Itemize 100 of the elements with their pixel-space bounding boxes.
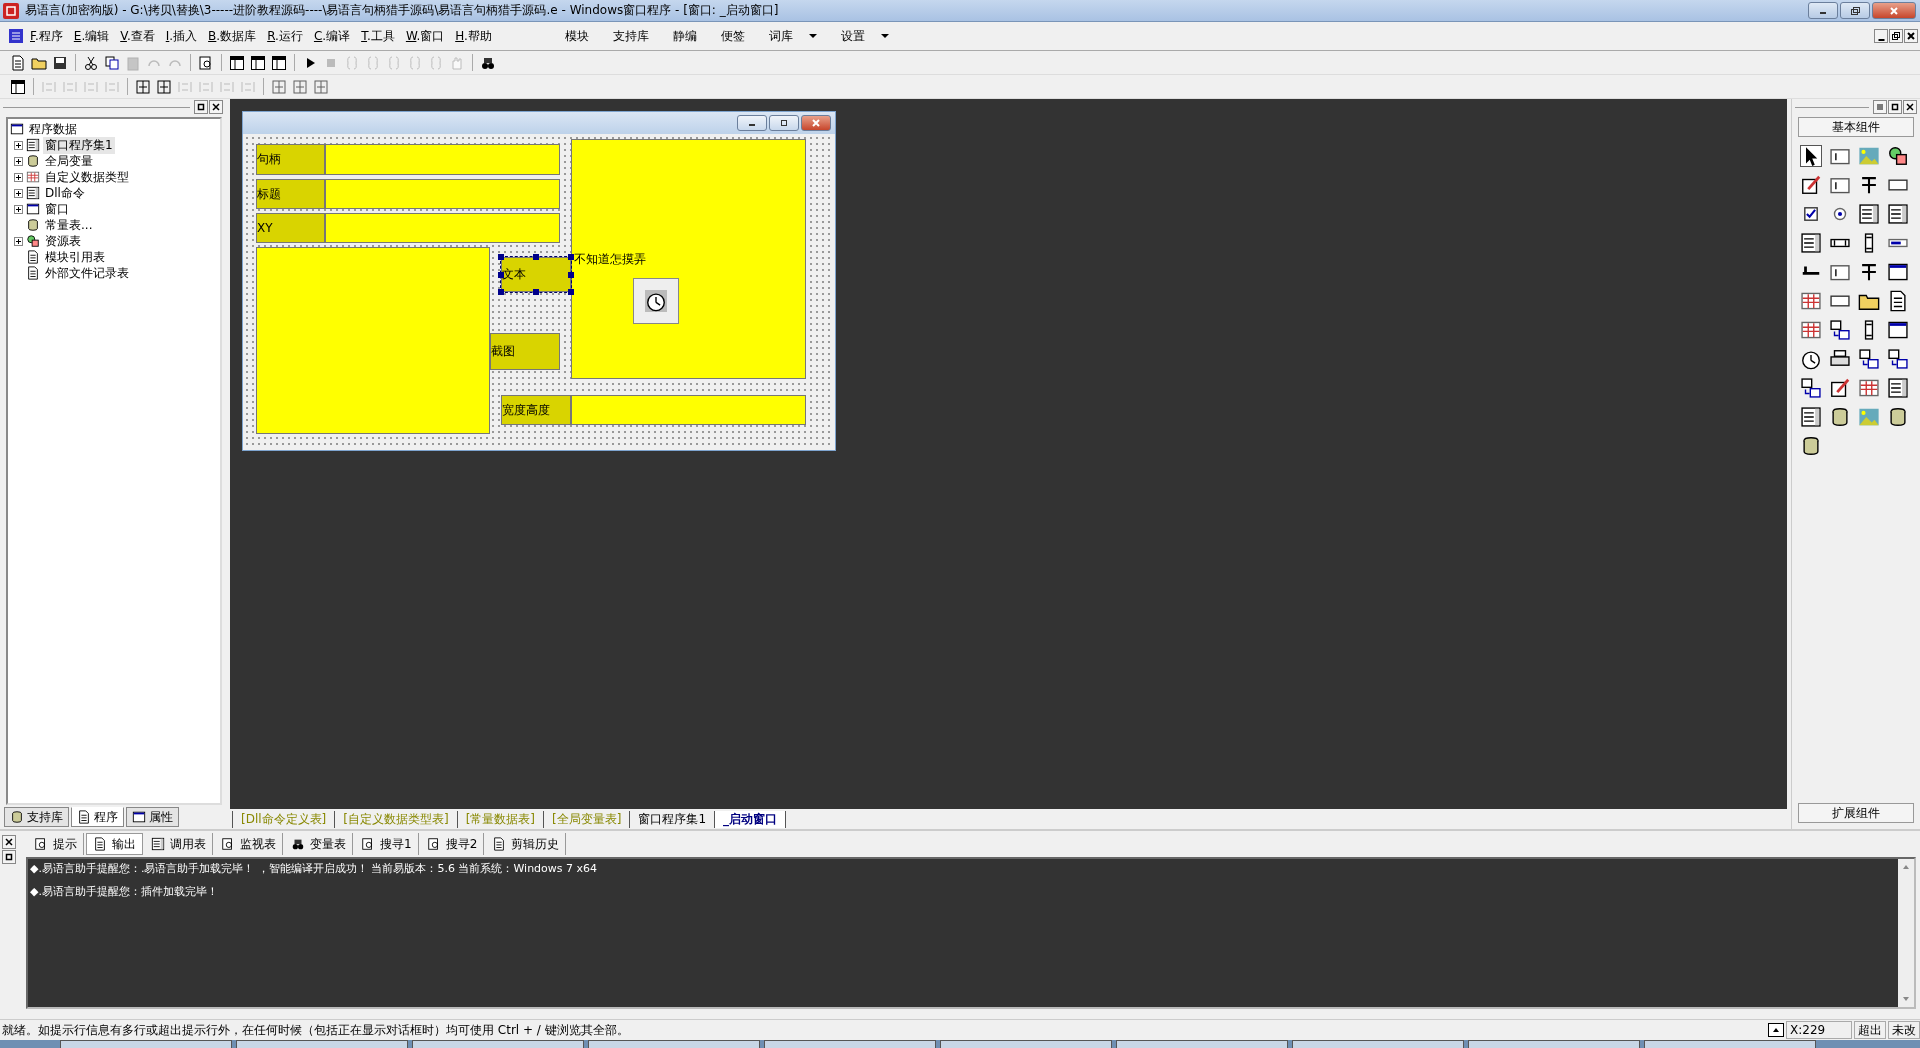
panel-tab[interactable]: 程序 <box>71 807 124 827</box>
expand-icon[interactable] <box>14 204 23 214</box>
expand-icon[interactable] <box>14 172 23 182</box>
taskbar-button[interactable] <box>412 1040 584 1048</box>
tree-item[interactable]: 资源表 <box>43 232 83 250</box>
layout-icon[interactable] <box>250 54 266 71</box>
layout-icon[interactable] <box>271 54 287 71</box>
restore-button[interactable] <box>1889 29 1903 43</box>
menu-item[interactable]: H.帮助 <box>455 27 492 45</box>
maximize-button[interactable] <box>769 115 799 131</box>
network-icon[interactable] <box>1800 377 1822 399</box>
menu-item[interactable]: 静编 <box>660 27 709 45</box>
menu-item[interactable]: 支持库 <box>600 27 661 45</box>
maximize-button[interactable] <box>194 100 208 114</box>
menu-button[interactable] <box>1873 100 1887 114</box>
database-icon[interactable] <box>1887 406 1909 428</box>
database-icon[interactable] <box>1800 435 1822 457</box>
document-icon[interactable] <box>1887 290 1909 312</box>
close-button[interactable] <box>2 835 16 849</box>
document-tab[interactable]: [自定义数据类型表] <box>334 810 457 828</box>
document-tab[interactable]: [全局变量表] <box>543 810 630 828</box>
expand-icon[interactable] <box>14 140 23 150</box>
label-control[interactable]: XY <box>256 213 325 243</box>
label-control[interactable]: 不知道怎摸弄 <box>574 251 646 268</box>
output-tab[interactable]: 提示 <box>28 833 84 855</box>
layout-icon[interactable] <box>229 54 245 71</box>
resize-handle[interactable] <box>498 271 504 278</box>
maximize-button[interactable] <box>1888 100 1902 114</box>
taskbar-button[interactable] <box>1116 1040 1288 1048</box>
tree-item[interactable]: 常量表... <box>43 216 95 234</box>
label-control[interactable]: 标题 <box>256 179 325 209</box>
tree-item[interactable]: 程序数据 <box>27 120 79 138</box>
scroll-down-icon[interactable] <box>1902 995 1910 1003</box>
expand-icon[interactable] <box>14 188 23 198</box>
tree-item[interactable]: 全局变量 <box>43 152 95 170</box>
menu-item[interactable]: B.数据库 <box>208 27 257 45</box>
expand-icon[interactable] <box>14 236 23 246</box>
document-tab[interactable]: _启动窗口 <box>714 810 787 828</box>
up-arrow-button[interactable] <box>1768 1023 1784 1037</box>
menu-item[interactable]: F.程序 <box>30 27 63 45</box>
panel-control[interactable] <box>571 139 806 379</box>
menu-item[interactable]: I.插入 <box>165 27 198 45</box>
taskbar-button[interactable] <box>940 1040 1112 1048</box>
copy-icon[interactable] <box>104 54 120 71</box>
resize-handle[interactable] <box>498 254 504 260</box>
menu-item[interactable]: W.窗口 <box>405 27 445 45</box>
resize-handle[interactable] <box>533 254 539 260</box>
minimize-button[interactable] <box>1808 2 1838 19</box>
database-icon[interactable] <box>1829 406 1851 428</box>
menu-item[interactable]: E.编辑 <box>73 27 110 45</box>
label-control[interactable]: 宽度高度 <box>501 395 571 425</box>
window-icon[interactable] <box>1887 319 1909 341</box>
find-icon[interactable] <box>198 54 214 71</box>
maximize-button[interactable] <box>2 850 16 864</box>
tree-item[interactable]: 自定义数据类型 <box>43 168 131 186</box>
menu-item[interactable]: R.运行 <box>267 27 303 45</box>
window-icon[interactable] <box>1887 261 1909 283</box>
resize-handle[interactable] <box>533 289 539 295</box>
panel-tab[interactable]: 支持库 <box>4 807 69 827</box>
tree-item[interactable]: 窗口程序集1 <box>43 136 115 154</box>
output-tab[interactable]: 搜寻1 <box>355 833 419 855</box>
expand-icon[interactable] <box>14 156 23 166</box>
resize-handle[interactable] <box>498 289 504 295</box>
taskbar-button[interactable] <box>588 1040 760 1048</box>
taskbar-button[interactable] <box>1644 1040 1816 1048</box>
scrollbar[interactable] <box>1898 859 1914 1007</box>
toolbar-icon[interactable] <box>1800 406 1822 428</box>
taskbar-button[interactable] <box>236 1040 408 1048</box>
timer-control[interactable] <box>633 278 679 324</box>
edit-control[interactable] <box>325 179 560 209</box>
menu-item[interactable]: C.编译 <box>313 27 351 45</box>
taskbar-button[interactable] <box>1292 1040 1464 1048</box>
pen-icon[interactable] <box>1800 174 1822 196</box>
table-icon[interactable] <box>1858 377 1880 399</box>
output-tab[interactable]: 剪辑历史 <box>486 833 567 855</box>
label-control[interactable]: 截图 <box>490 333 560 370</box>
menu-item[interactable]: 模块 <box>552 27 601 45</box>
edit-control[interactable] <box>325 213 560 243</box>
restore-button[interactable] <box>1840 2 1870 19</box>
basic-components-button[interactable]: 基本组件 <box>1798 117 1914 137</box>
network-icon[interactable] <box>1887 348 1909 370</box>
close-button[interactable] <box>209 100 223 114</box>
list-icon[interactable] <box>1858 203 1880 225</box>
toolbar-icon[interactable] <box>1887 377 1909 399</box>
tree-item[interactable]: Dll命令 <box>43 184 87 202</box>
document-tab[interactable]: [常量数据表] <box>456 810 544 828</box>
resize-handle[interactable] <box>568 271 574 278</box>
menu-item[interactable]: 词库 <box>756 27 829 45</box>
edit-control[interactable] <box>571 395 806 425</box>
panel-tab[interactable]: 属性 <box>126 807 179 827</box>
menu-item[interactable]: 便签 <box>708 27 757 45</box>
close-button[interactable] <box>1904 29 1918 43</box>
resize-handle[interactable] <box>568 254 574 260</box>
list-icon[interactable] <box>1887 203 1909 225</box>
resize-handle[interactable] <box>568 289 574 295</box>
taskbar-button[interactable] <box>764 1040 936 1048</box>
label-control[interactable]: 文本 <box>501 257 571 292</box>
cut-icon[interactable] <box>83 54 99 71</box>
output-tab[interactable]: 调用表 <box>145 833 213 855</box>
scroll-up-icon[interactable] <box>1902 863 1910 871</box>
